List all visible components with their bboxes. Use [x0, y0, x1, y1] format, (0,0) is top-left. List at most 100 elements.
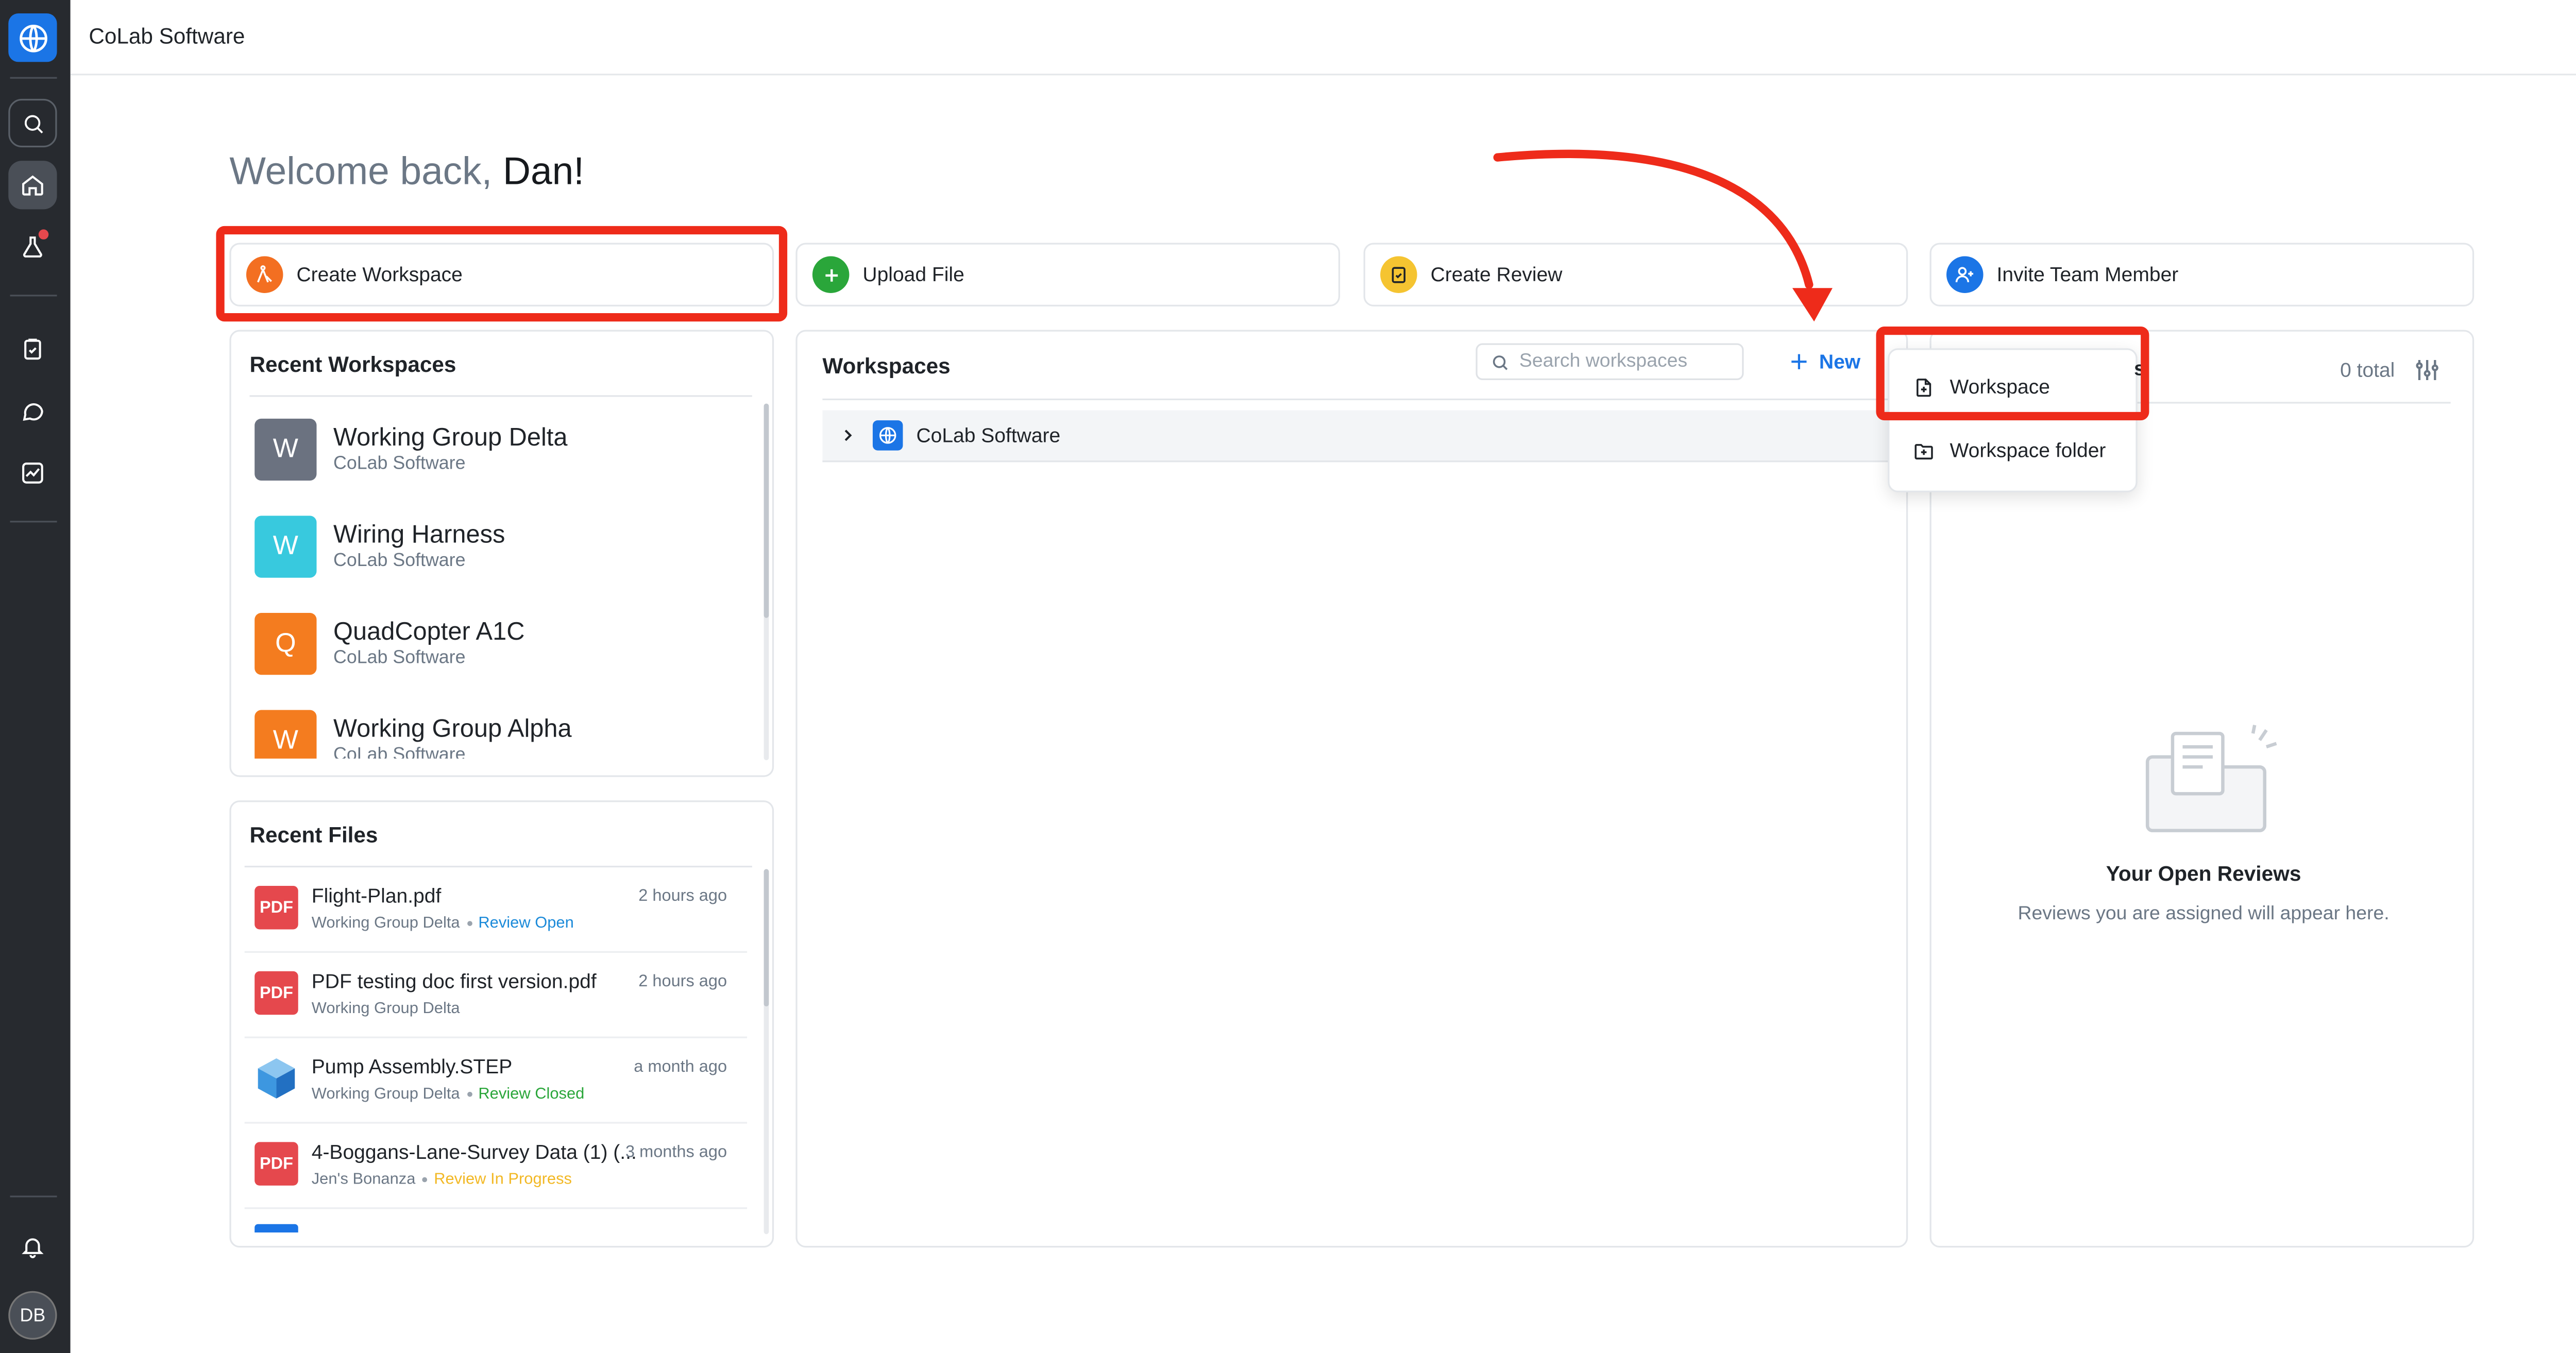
cube-3d-icon: [258, 1058, 295, 1099]
user-first-name: Dan!: [503, 149, 585, 193]
file-workspace: Working Group Delta: [311, 1000, 460, 1018]
review-status: Review In Progress: [434, 1170, 572, 1189]
recent-workspace-item[interactable]: W Working Group Delta CoLab Software: [255, 418, 740, 486]
notification-dot: [38, 229, 49, 239]
divider: [822, 398, 1895, 401]
pdf-file-icon: PDF: [255, 1142, 298, 1186]
divider: [249, 395, 752, 397]
recent-files-list: PDF Flight-Plan.pdf 2 hours ago Working …: [231, 867, 767, 1232]
search-icon: [1493, 354, 1508, 369]
globe-icon: [872, 420, 903, 451]
workspace-tree-row[interactable]: CoLab Software: [822, 410, 1906, 463]
recent-workspaces-card: Recent Workspaces W Working Group Delta …: [229, 330, 774, 777]
workspace-name: QuadCopter A1C: [333, 618, 525, 647]
analytics-nav-button[interactable]: [8, 449, 57, 497]
user-plus-icon: [1946, 256, 1984, 293]
file-name: Pump Assembly.STEP: [311, 1055, 513, 1078]
empty-state-text: Reviews you are assigned will appear her…: [2018, 904, 2389, 924]
review-status: Review Open: [478, 914, 574, 933]
annotation-highlight-create-workspace: [216, 226, 788, 322]
workspace-avatar: W: [255, 710, 317, 759]
annotation-highlight-workspace-item: [1876, 327, 2149, 421]
search-workspaces-input[interactable]: [1516, 350, 1724, 374]
workspace-avatar: W: [255, 418, 317, 481]
lab-nav-button[interactable]: [8, 222, 57, 271]
new-button-label: New: [1819, 350, 1861, 374]
workspace-tree-name: CoLab Software: [916, 423, 1061, 448]
recent-files-title: Recent Files: [249, 822, 378, 848]
upload-file-label: Upload File: [862, 263, 964, 286]
workspace-avatar: W: [255, 516, 317, 578]
upload-file-button[interactable]: Upload File: [795, 243, 1341, 306]
rail-divider: [10, 295, 57, 297]
file-row[interactable]: Pump Assembly.STEP a month ago Working G…: [244, 1038, 748, 1124]
invite-team-member-label: Invite Team Member: [1996, 263, 2179, 286]
file-name: PDF testing doc first version.pdf: [311, 969, 597, 994]
workspace-org: CoLab Software: [333, 648, 466, 669]
file-workspace: Jen's Bonanza: [311, 1170, 416, 1189]
plus-icon: [812, 256, 850, 293]
workspaces-title: Workspaces: [822, 353, 951, 379]
reviews-nav-button[interactable]: [8, 325, 57, 373]
file-meta: Working Group Delta Review Closed: [312, 1085, 585, 1104]
file-time: a month ago: [634, 1058, 727, 1077]
home-nav-button[interactable]: [8, 161, 57, 210]
reviews-total-count: 0 total: [2340, 358, 2395, 382]
file-row[interactable]: PDF Flight-Plan.pdf 2 hours ago Working …: [244, 867, 748, 953]
workspace-name: Working Group Alpha: [333, 715, 572, 744]
workspace-org: CoLab Software: [333, 745, 466, 759]
empty-folder-illustration-icon: [2145, 725, 2277, 832]
folder-plus-icon: [1914, 443, 1933, 459]
search-workspaces-field[interactable]: [1476, 343, 1744, 381]
chart-icon: [22, 463, 43, 484]
search-icon: [24, 114, 42, 133]
partial-file-icon: [255, 1224, 298, 1232]
pdf-file-icon: PDF: [255, 885, 298, 930]
file-row[interactable]: PDF 4-Boggans-Lane-Survey Data (1) (... …: [244, 1124, 748, 1209]
bell-icon: [22, 1238, 44, 1258]
chat-bubble-icon: [23, 403, 43, 421]
empty-state-title: Your Open Reviews: [2106, 862, 2301, 886]
file-time: 3 months ago: [625, 1143, 727, 1162]
chevron-right-icon[interactable]: [839, 427, 856, 444]
home-icon: [22, 175, 43, 196]
annotation-arrow-icon: [1493, 149, 1833, 322]
notifications-nav-button[interactable]: [8, 1222, 57, 1271]
recent-files-card: Recent Files PDF Flight-Plan.pdf 2 hours…: [229, 800, 774, 1248]
plus-icon: [1791, 354, 1807, 369]
recent-workspaces-list: W Working Group Delta CoLab Software W W…: [231, 399, 767, 759]
scrollbar[interactable]: [764, 403, 769, 618]
clipboard-check-icon: [1380, 256, 1417, 293]
file-time: 2 hours ago: [638, 887, 727, 906]
comments-nav-button[interactable]: [8, 387, 57, 435]
clipboard-check-icon: [24, 338, 41, 360]
recent-workspace-item[interactable]: W Working Group Alpha CoLab Software: [255, 710, 740, 759]
file-row[interactable]: PDF PDF testing doc first version.pdf 2 …: [244, 953, 748, 1038]
recent-workspace-item[interactable]: Q QuadCopter A1C CoLab Software: [255, 612, 740, 680]
file-workspace: Working Group Delta: [311, 1085, 460, 1104]
search-nav-button[interactable]: [8, 98, 57, 148]
left-nav-rail: DB: [0, 0, 71, 1353]
user-avatar[interactable]: DB: [8, 1291, 57, 1340]
menu-item-label: Workspace folder: [1950, 438, 2106, 463]
welcome-heading: Welcome back, Dan!: [229, 149, 584, 194]
globe-icon: [19, 24, 47, 52]
filter-sliders-icon[interactable]: [2414, 357, 2441, 384]
workspace-name: Working Group Delta: [333, 423, 568, 452]
top-bar: CoLab Software: [70, 0, 2576, 76]
scrollbar[interactable]: [764, 869, 769, 1007]
rail-divider: [10, 1195, 57, 1197]
app-logo[interactable]: [8, 13, 57, 62]
rail-divider: [10, 77, 57, 79]
workspace-org: CoLab Software: [333, 454, 466, 474]
org-name: CoLab Software: [89, 23, 245, 49]
file-meta: Jen's Bonanza Review In Progress: [312, 1171, 572, 1189]
rail-divider: [10, 521, 57, 523]
new-button[interactable]: New: [1789, 348, 1860, 375]
invite-team-member-button[interactable]: Invite Team Member: [1929, 243, 2475, 306]
pdf-file-icon: PDF: [255, 971, 298, 1015]
review-status: Review Closed: [478, 1085, 585, 1104]
recent-workspace-item[interactable]: W Wiring Harness CoLab Software: [255, 516, 740, 583]
file-name: Flight-Plan.pdf: [311, 884, 442, 908]
menu-item-workspace-folder[interactable]: Workspace folder: [1889, 425, 2136, 476]
